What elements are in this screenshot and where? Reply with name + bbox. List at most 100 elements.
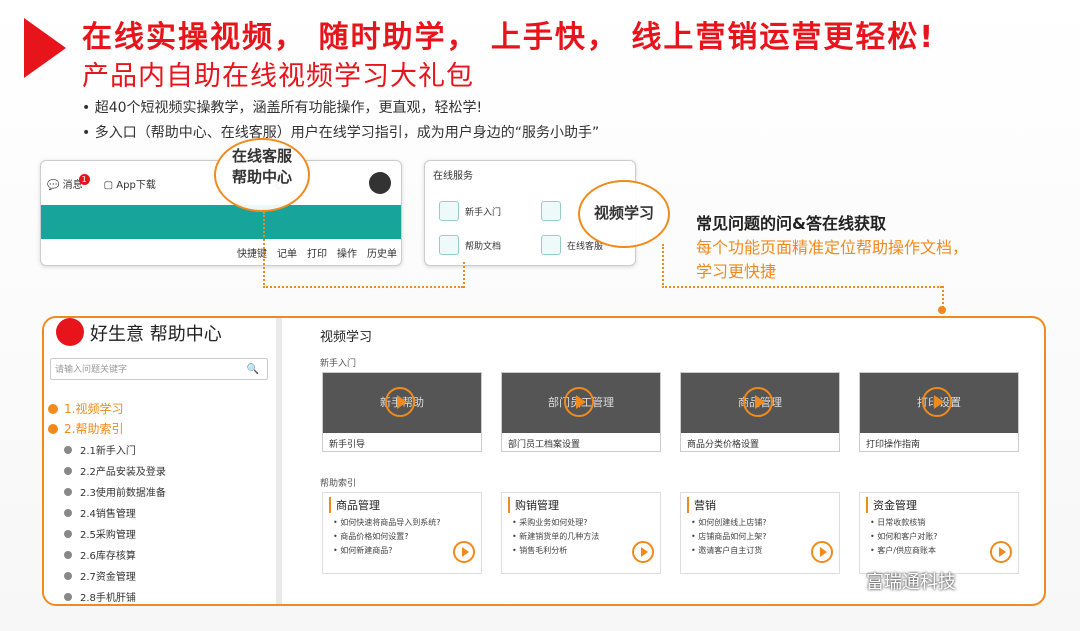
card-link[interactable]: • 客户/供应商账本: [870, 545, 936, 556]
card-title: 资金管理: [866, 497, 917, 513]
record-button[interactable]: 记单: [277, 245, 297, 260]
sidebar-item-2-3[interactable]: 2.3使用前数据准备: [64, 484, 166, 499]
nav-video-label: 1.视频学习: [64, 402, 124, 416]
connector-line: [662, 286, 942, 288]
play-icon[interactable]: [564, 387, 594, 417]
search-input[interactable]: 请输入问题关键字 🔍: [50, 358, 268, 380]
card-link[interactable]: • 采购业务如何处理?: [512, 517, 588, 528]
connector-line: [263, 286, 463, 288]
nav-index-label: 2.帮助索引: [64, 422, 124, 436]
card-link[interactable]: • 新建销货单的几种方法: [512, 531, 599, 542]
play-icon[interactable]: [811, 541, 833, 563]
plus-circle-icon: [64, 572, 72, 580]
callout-customer-service: 在线客服 帮助中心: [214, 138, 310, 212]
nav-help-index[interactable]: 2.帮助索引: [48, 420, 123, 437]
video-thumbnail: 新手帮助: [323, 373, 481, 433]
sidebar-item-label: 2.8手机肝铺: [80, 593, 136, 604]
connector-line: [463, 262, 465, 288]
help-index-card[interactable]: 营销 • 如何创建线上店铺? • 店铺商品如何上架? • 邀请客户自主订货: [680, 492, 840, 574]
beginner-item[interactable]: 新手入门: [439, 201, 501, 221]
subheadline: 产品内自助在线视频学习大礼包: [82, 61, 474, 92]
video-thumbnail: 打印设置: [860, 373, 1018, 433]
video-icon: [541, 201, 561, 221]
play-icon[interactable]: [743, 387, 773, 417]
video-card[interactable]: 新手帮助 新手引导: [322, 372, 482, 452]
plus-circle-icon: [64, 593, 72, 601]
plus-circle-icon: [64, 467, 72, 475]
online-service-title: 在线服务: [433, 171, 473, 182]
sidebar-item-label: 2.1新手入门: [80, 446, 136, 457]
video-caption: 打印操作指南: [866, 440, 921, 450]
bullet-1: • 超40个短视频实操教学，涵盖所有功能操作，更直观，轻松学!: [82, 100, 483, 116]
video-caption: 商品分类价格设置: [687, 440, 760, 450]
play-icon[interactable]: [385, 387, 415, 417]
help-doc-item[interactable]: 帮助文档: [439, 235, 501, 255]
card-link[interactable]: • 店铺商品如何上架?: [691, 531, 767, 542]
app-download-item[interactable]: ▢ App下载: [104, 176, 156, 191]
video-caption: 部门员工档案设置: [508, 440, 581, 450]
card-link[interactable]: • 商品价格如何设置?: [333, 531, 409, 542]
help-content: 视频学习 新手入门 新手帮助 新手引导 部门员工管理 部门员工档案设置 商品管理…: [282, 318, 1044, 604]
nav-video-learning[interactable]: 1.视频学习: [48, 400, 123, 417]
play-icon[interactable]: [922, 387, 952, 417]
logo-icon: [56, 318, 84, 346]
sidebar-item-2-7[interactable]: 2.7资金管理: [64, 568, 136, 583]
help-index-card[interactable]: 商品管理 • 如何快速将商品导入到系统? • 商品价格如何设置? • 如何新建商…: [322, 492, 482, 574]
bullet-2: • 多入口（帮助中心、在线客服）用户在线学习指引，成为用户身边的“服务小助手”: [82, 125, 600, 141]
toolbar-bottom-row: 快捷键 记单 打印 操作 历史单: [41, 239, 401, 265]
avatar[interactable]: [369, 172, 391, 194]
sidebar-item-2-2[interactable]: 2.2产品安装及登录: [64, 463, 166, 478]
qa-title: 常见问题的问&答在线获取: [696, 214, 886, 233]
callout-video-learning: 视频学习: [578, 180, 670, 248]
plus-circle-icon: [64, 530, 72, 538]
connector-line: [263, 212, 265, 288]
sidebar-item-2-8[interactable]: 2.8手机肝铺: [64, 589, 136, 604]
card-link[interactable]: • 销售毛利分析: [512, 545, 567, 556]
plus-circle-icon: [64, 551, 72, 559]
search-placeholder: 请输入问题关键字: [55, 365, 128, 375]
card-link[interactable]: • 如何和客户对账?: [870, 531, 938, 542]
card-link[interactable]: • 如何快速将商品导入到系统?: [333, 517, 441, 528]
sidebar-item-label: 2.2产品安装及登录: [80, 467, 166, 478]
message-item[interactable]: 💬 消息1: [47, 173, 94, 191]
plus-circle-icon: [64, 509, 72, 517]
minus-circle-icon: [48, 404, 58, 414]
sidebar-item-2-1[interactable]: 2.1新手入门: [64, 442, 136, 457]
sidebar-item-label: 2.4销售管理: [80, 509, 136, 520]
play-icon[interactable]: [453, 541, 475, 563]
card-link[interactable]: • 日常收款核销: [870, 517, 925, 528]
sidebar-item-2-6[interactable]: 2.6库存核算: [64, 547, 136, 562]
help-sidebar: 好生意 帮助中心 请输入问题关键字 🔍 1.视频学习 2.帮助索引 2.1新手入…: [44, 318, 277, 604]
beginner-label: 新手入门: [465, 207, 502, 218]
card-link[interactable]: • 如何新建商品?: [333, 545, 393, 556]
connector-line: [662, 244, 664, 288]
video-card[interactable]: 打印设置 打印操作指南: [859, 372, 1019, 452]
index-group-title: 帮助索引: [320, 479, 357, 489]
print-button[interactable]: 打印: [307, 245, 327, 260]
video-thumbnail: 商品管理: [681, 373, 839, 433]
video-card[interactable]: 部门员工管理 部门员工档案设置: [501, 372, 661, 452]
sidebar-item-label: 2.7资金管理: [80, 572, 136, 583]
help-index-card[interactable]: 资金管理 • 日常收款核销 • 如何和客户对账? • 客户/供应商账本: [859, 492, 1019, 574]
sidebar-item-2-4[interactable]: 2.4销售管理: [64, 505, 136, 520]
video-item[interactable]: [541, 201, 561, 221]
app-download-label: App下载: [116, 179, 156, 191]
qa-line-2: 学习更快捷: [696, 262, 777, 281]
search-icon[interactable]: 🔍: [247, 359, 259, 381]
operation-button[interactable]: 操作: [337, 245, 357, 260]
history-button[interactable]: 历史单: [367, 245, 397, 260]
help-center-panel: 好生意 帮助中心 请输入问题关键字 🔍 1.视频学习 2.帮助索引 2.1新手入…: [42, 316, 1046, 606]
card-link[interactable]: • 如何创建线上店铺?: [691, 517, 767, 528]
card-link[interactable]: • 邀请客户自主订货: [691, 545, 762, 556]
sidebar-item-2-5[interactable]: 2.5采购管理: [64, 526, 136, 541]
video-card[interactable]: 商品管理 商品分类价格设置: [680, 372, 840, 452]
headline: 在线实操视频， 随时助学， 上手快， 线上营销运营更轻松!: [82, 20, 936, 55]
play-icon[interactable]: [990, 541, 1012, 563]
video-group-title: 新手入门: [320, 359, 357, 369]
video-thumbnail: 部门员工管理: [502, 373, 660, 433]
card-title: 购销管理: [508, 497, 559, 513]
callout-line-2: 帮助中心: [231, 168, 292, 186]
help-index-card[interactable]: 购销管理 • 采购业务如何处理? • 新建销货单的几种方法 • 销售毛利分析: [501, 492, 661, 574]
plus-circle-icon: [64, 446, 72, 454]
play-icon[interactable]: [632, 541, 654, 563]
